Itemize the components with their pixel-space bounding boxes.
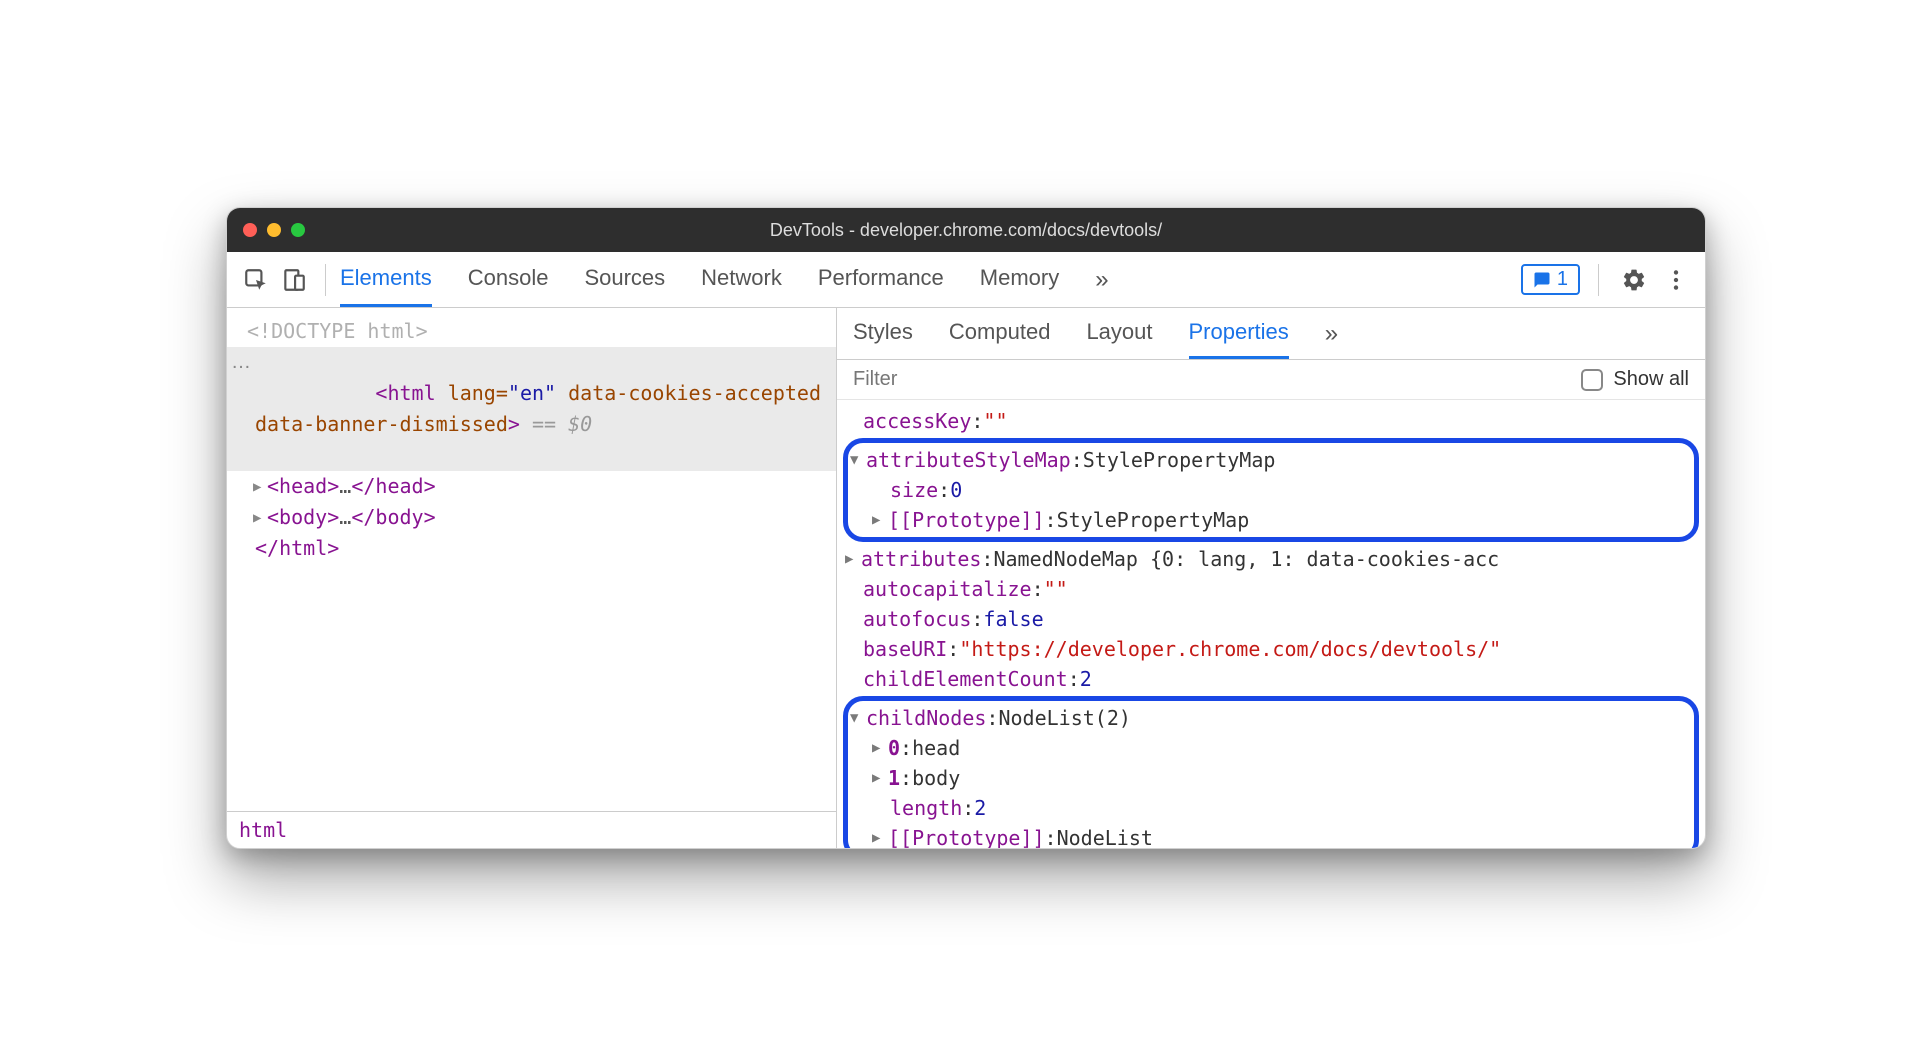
panel-tabs: Elements Console Sources Network Perform… [340,252,1517,307]
more-tabs-icon[interactable]: » [1095,266,1108,294]
dom-head[interactable]: ▶<head>…</head> [227,471,836,502]
main-toolbar: Elements Console Sources Network Perform… [227,252,1705,308]
dom-html-attrs: lang= [448,381,508,405]
sidebar-tabs: Styles Computed Layout Properties » [837,308,1705,360]
chevron-right-icon[interactable]: ▶ [872,768,888,789]
inspect-element-icon[interactable] [239,263,273,297]
tab-console[interactable]: Console [468,252,549,307]
prop-childnodes-0[interactable]: ▶0: head [848,733,1694,763]
tab-performance[interactable]: Performance [818,252,944,307]
dom-doctype[interactable]: <!DOCTYPE html> [227,316,836,347]
dom-html-tagname: html [387,381,435,405]
close-window-button[interactable] [243,223,257,237]
more-subtabs-icon[interactable]: » [1325,320,1338,348]
show-all-toggle[interactable]: Show all [1581,368,1689,391]
devtools-window: DevTools - developer.chrome.com/docs/dev… [226,207,1706,849]
subtab-properties[interactable]: Properties [1189,308,1289,359]
prop-size[interactable]: size: 0 [848,475,1694,505]
minimize-window-button[interactable] [267,223,281,237]
show-all-label: Show all [1613,368,1689,391]
tab-elements[interactable]: Elements [340,252,432,307]
toolbar-right: 1 [1521,263,1693,297]
dom-html-open[interactable]: <html lang="en" data-cookies-accepted da… [227,347,836,471]
subtab-styles[interactable]: Styles [853,308,913,359]
prop-childnodes[interactable]: ▼childNodes: NodeList(2) [848,703,1694,733]
prop-prototype-1[interactable]: ▶[[Prototype]]: StylePropertyMap [848,505,1694,535]
callout-childnodes: ▼childNodes: NodeList(2) ▶0: head ▶1: bo… [843,696,1699,848]
prop-autocapitalize[interactable]: autocapitalize: "" [837,574,1705,604]
maximize-window-button[interactable] [291,223,305,237]
dom-body[interactable]: ▶<body>…</body> [227,502,836,533]
prop-prototype-2[interactable]: ▶[[Prototype]]: NodeList [848,823,1694,848]
separator [325,264,326,296]
issues-count: 1 [1557,268,1568,291]
chevron-down-icon[interactable]: ▼ [850,450,866,471]
separator [1598,264,1599,296]
filter-row: Filter Show all [837,360,1705,400]
callout-attributestylemap: ▼attributeStyleMap: StylePropertyMap siz… [843,438,1699,542]
prop-childelementcount[interactable]: childElementCount: 2 [837,664,1705,694]
breadcrumb[interactable]: html [227,811,836,848]
kebab-menu-icon[interactable] [1659,263,1693,297]
chevron-right-icon[interactable]: ▶ [872,738,888,759]
chevron-down-icon[interactable]: ▼ [850,708,866,729]
prop-attributes[interactable]: ▶attributes: NamedNodeMap {0: lang, 1: d… [837,544,1705,574]
prop-accesskey[interactable]: accessKey: "" [837,406,1705,436]
issues-badge[interactable]: 1 [1521,264,1580,295]
prop-childnodes-1[interactable]: ▶1: body [848,763,1694,793]
traffic-lights [243,223,305,237]
dom-tree-panel: <!DOCTYPE html> <html lang="en" data-coo… [227,308,837,848]
chevron-right-icon[interactable]: ▶ [845,549,861,570]
chevron-right-icon[interactable]: ▶ [872,828,888,849]
main-split: <!DOCTYPE html> <html lang="en" data-coo… [227,308,1705,848]
properties-list[interactable]: accessKey: "" ▼attributeStyleMap: StyleP… [837,400,1705,848]
window-title: DevTools - developer.chrome.com/docs/dev… [227,220,1705,241]
subtab-computed[interactable]: Computed [949,308,1051,359]
tab-sources[interactable]: Sources [584,252,665,307]
show-all-checkbox[interactable] [1581,369,1603,391]
titlebar: DevTools - developer.chrome.com/docs/dev… [227,208,1705,252]
prop-autofocus[interactable]: autofocus: false [837,604,1705,634]
sidebar-panel: Styles Computed Layout Properties » Filt… [837,308,1705,848]
settings-icon[interactable] [1617,263,1651,297]
prop-baseuri[interactable]: baseURI: "https://developer.chrome.com/d… [837,634,1705,664]
prop-attributestylemap[interactable]: ▼attributeStyleMap: StylePropertyMap [848,445,1694,475]
dom-html-close[interactable]: </html> [227,533,836,564]
filter-input[interactable]: Filter [853,368,897,391]
device-toolbar-icon[interactable] [277,263,311,297]
dom-eq-zero: == $0 [532,412,592,436]
issues-icon [1533,271,1551,289]
chevron-right-icon[interactable]: ▶ [872,510,888,531]
tab-network[interactable]: Network [701,252,782,307]
subtab-layout[interactable]: Layout [1086,308,1152,359]
prop-length[interactable]: length: 2 [848,793,1694,823]
tab-memory[interactable]: Memory [980,252,1059,307]
dom-tree[interactable]: <!DOCTYPE html> <html lang="en" data-coo… [227,308,836,811]
